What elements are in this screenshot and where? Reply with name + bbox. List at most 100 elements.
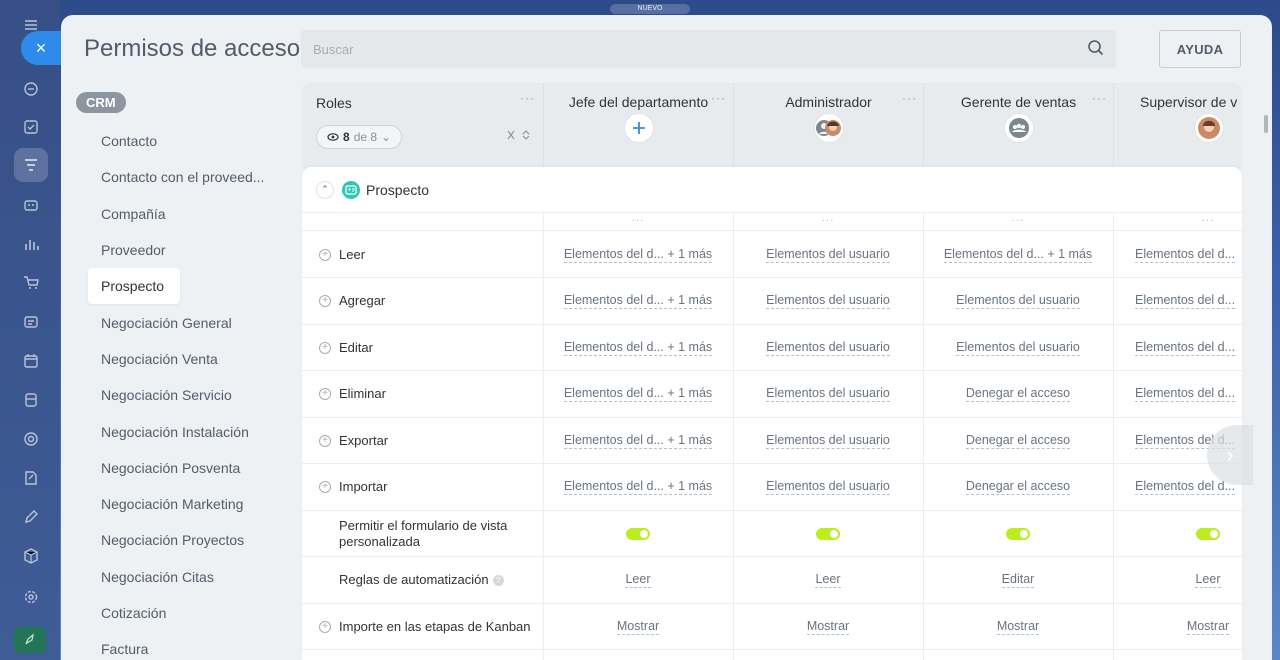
permission-toggle[interactable] [1006, 527, 1030, 540]
menu-item-negociacion-marketing[interactable]: Negociación Marketing [88, 486, 288, 522]
permission-cell[interactable]: Leer [543, 557, 733, 603]
building-icon[interactable] [18, 387, 44, 413]
gear-icon[interactable] [18, 584, 44, 610]
search-input[interactable]: Buscar [301, 30, 1116, 68]
filter-icon[interactable] [14, 148, 48, 182]
roles-more-icon[interactable]: ··· [520, 91, 535, 105]
permission-cell[interactable]: Elementos del d... + 1 más [543, 325, 733, 370]
help-button[interactable]: AYUDA [1159, 30, 1241, 68]
doc-edit-icon[interactable] [18, 465, 44, 491]
close-button[interactable]: × [21, 31, 61, 65]
pen-icon[interactable] [18, 504, 44, 530]
permission-cell[interactable]: Elementos del usuario [923, 325, 1113, 370]
expand-icon[interactable]: + [319, 620, 331, 633]
chevron-up-icon[interactable]: ⌃ [316, 180, 334, 199]
calendar-icon[interactable] [18, 348, 44, 374]
page-scrollbar[interactable] [1264, 115, 1268, 133]
permission-toggle-cell [733, 511, 923, 556]
expand-icon[interactable]: + [319, 248, 331, 261]
permission-cell[interactable]: Leer [1113, 557, 1242, 603]
permission-cell[interactable]: Denegar el acceso [923, 371, 1113, 417]
column-more-icon[interactable]: ··· [733, 215, 923, 226]
column-more-icon[interactable]: ··· [902, 91, 917, 105]
check-square-icon[interactable] [18, 114, 44, 140]
permission-toggle[interactable] [626, 527, 650, 540]
permission-cell[interactable]: Elementos del d... [1113, 325, 1242, 370]
menu-item-negociacion-citas[interactable]: Negociación Citas [88, 559, 288, 595]
group-avatar-icon[interactable] [1004, 113, 1034, 143]
expand-icon[interactable]: + [319, 295, 331, 307]
menu-item-contacto[interactable]: Contacto [88, 123, 288, 159]
rocket-icon[interactable] [14, 627, 46, 653]
expand-icon[interactable]: + [319, 341, 331, 354]
permission-toggle[interactable] [1196, 527, 1220, 540]
permission-cell[interactable]: Elementos del usuario [733, 418, 923, 463]
expand-icon[interactable]: + [319, 481, 331, 493]
app-sidebar [0, 0, 60, 660]
permission-cell[interactable]: Elementos del d... + 1 más [543, 371, 733, 417]
add-member-icon[interactable] [624, 113, 654, 143]
permission-cell[interactable]: Mostrar [543, 604, 733, 649]
menu-item-negociacion-general[interactable]: Negociación General [88, 304, 288, 340]
permission-row-agregar: + Agregar Elementos del d... + 1 más Ele… [302, 278, 1242, 325]
permission-cell[interactable]: Elementos del d... [1113, 371, 1242, 417]
expand-icon[interactable]: + [319, 434, 331, 447]
permission-cell[interactable]: Elementos del usuario [733, 464, 923, 510]
permission-cell[interactable]: Elementos del usuario [733, 232, 923, 277]
search-icon[interactable] [1086, 38, 1106, 58]
permission-cell[interactable]: Denegar el acceso [923, 464, 1113, 510]
permission-cell[interactable]: Mostrar [923, 604, 1113, 649]
inbox-icon[interactable] [18, 309, 44, 335]
sort-icon[interactable] [506, 129, 532, 144]
chart-bars-icon[interactable] [18, 231, 44, 257]
menu-item-contacto-proveedor[interactable]: Contacto con el proveed... [88, 159, 288, 195]
box-icon[interactable] [18, 543, 44, 569]
permission-cell[interactable]: Denegar el acceso [923, 418, 1113, 463]
menu-item-negociacion-instalacion[interactable]: Negociación Instalación [88, 413, 288, 449]
column-more-icon[interactable]: ··· [543, 215, 733, 226]
menu-item-cotizacion[interactable]: Cotización [88, 595, 288, 631]
permission-toggle[interactable] [816, 527, 840, 540]
roles-visibility-dropdown[interactable]: 8 de 8 ⌄ [316, 125, 403, 149]
permission-cell[interactable]: Elementos del d... + 1 más [543, 464, 733, 510]
column-more-icon[interactable]: ··· [923, 215, 1113, 226]
column-supervisor: Supervisor de v [1113, 83, 1272, 169]
menu-item-proveedor[interactable]: Proveedor [88, 232, 288, 268]
column-administrador: Administrador ··· [733, 83, 923, 169]
menu-item-prospecto[interactable]: Prospecto [88, 268, 180, 305]
new-badge: NUEVO [610, 4, 690, 14]
permission-cell[interactable]: Elementos del usuario [733, 325, 923, 370]
permission-cell[interactable]: Elementos del d... [1113, 232, 1242, 277]
permission-cell[interactable]: Elementos del d... [1113, 278, 1242, 324]
permission-cell[interactable]: Editar [923, 557, 1113, 603]
robot-icon[interactable] [18, 191, 44, 217]
target-icon[interactable] [18, 426, 44, 452]
help-icon[interactable]: ? [492, 574, 504, 586]
column-more-icon[interactable]: ··· [1092, 91, 1107, 105]
menu-item-negociacion-proyectos[interactable]: Negociación Proyectos [88, 522, 288, 558]
permission-cell[interactable]: Leer [733, 557, 923, 603]
permission-cell[interactable]: Elementos del usuario [733, 371, 923, 417]
permission-cell[interactable]: Elementos del usuario [733, 278, 923, 324]
menu-item-negociacion-servicio[interactable]: Negociación Servicio [88, 377, 288, 413]
menu-item-negociacion-posventa[interactable]: Negociación Posventa [88, 450, 288, 486]
entity-menu: Contacto Contacto con el proveed... Comp… [88, 123, 288, 660]
expand-icon[interactable]: + [319, 388, 331, 400]
permission-cell[interactable]: Elementos del d... + 1 más [543, 418, 733, 463]
permission-cell[interactable]: Elementos del d... + 1 más [543, 232, 733, 277]
column-more-icon[interactable]: ··· [1113, 215, 1242, 226]
column-more-icon[interactable]: ··· [711, 91, 726, 105]
permission-cell[interactable]: Elementos del d... + 1 más [543, 278, 733, 324]
cart-icon[interactable] [18, 270, 44, 296]
person-avatar-icon[interactable] [1194, 113, 1224, 143]
members-avatar-icon[interactable] [814, 113, 844, 143]
permission-cell[interactable]: Elementos del d... + 1 más [923, 232, 1113, 277]
permission-cell[interactable]: Elementos del usuario [923, 278, 1113, 324]
permission-cell[interactable]: Mostrar [733, 604, 923, 649]
menu-item-negociacion-venta[interactable]: Negociación Venta [88, 341, 288, 377]
bell-icon[interactable] [18, 76, 44, 102]
menu-item-factura[interactable]: Factura [88, 631, 288, 660]
permission-cell[interactable]: Mostrar [1113, 604, 1242, 649]
menu-item-compania[interactable]: Compañía [88, 196, 288, 232]
column-name: Gerente de ventas [960, 94, 1077, 110]
